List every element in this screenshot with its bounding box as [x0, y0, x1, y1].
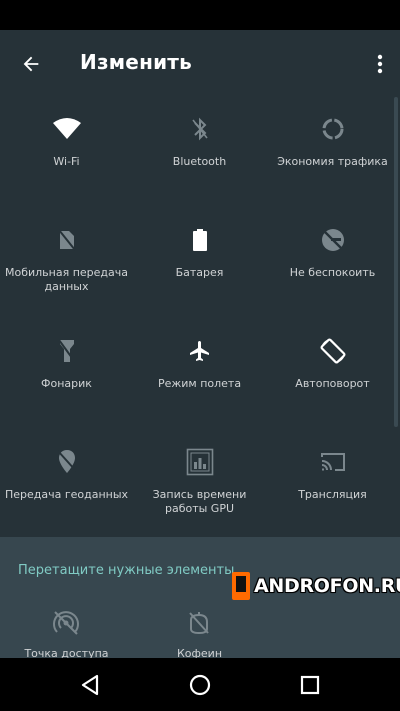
watermark-text: ANDROFON.RU — [254, 575, 400, 597]
drag-section-header: Перетащите нужные элементы — [18, 563, 235, 578]
nav-home-button[interactable] — [180, 668, 220, 702]
nav-recents-button[interactable] — [290, 668, 330, 702]
navigation-bar — [0, 658, 400, 711]
tile-bluetooth[interactable]: Bluetooth — [133, 97, 266, 208]
more-vert-icon — [377, 54, 383, 74]
tile-flashlight[interactable]: Фонарик — [0, 319, 133, 430]
tile-location[interactable]: Передача геоданных — [0, 430, 133, 541]
gpu-profile-icon — [184, 446, 216, 478]
triangle-back-icon — [81, 674, 99, 696]
tile-label: Режим полета — [157, 377, 242, 390]
tile-do-not-disturb[interactable]: Не беспокоить — [266, 208, 399, 319]
tile-battery[interactable]: Батарея — [133, 208, 266, 319]
tile-label: Запись времени работы GPU — [152, 488, 247, 515]
drag-item-label: Кофеин — [176, 647, 223, 658]
tile-label: Не беспокоить — [289, 266, 376, 279]
status-bar — [0, 0, 400, 30]
tile-label: Wi-Fi — [53, 155, 80, 168]
hotspot-off-icon[interactable] — [50, 607, 82, 639]
airplane-icon — [184, 335, 216, 367]
tile-mobile-data[interactable]: Мобильная передача данных — [0, 208, 133, 319]
battery-icon — [184, 224, 216, 256]
back-button[interactable] — [10, 44, 52, 84]
tile-label: Фонарик — [41, 377, 92, 390]
tile-wifi[interactable]: Wi-Fi — [0, 97, 133, 208]
tile-label: Bluetooth — [172, 155, 227, 168]
page-title: Изменить — [80, 50, 192, 74]
data-saver-icon — [317, 113, 349, 145]
tile-label: Мобильная передача данных — [4, 266, 128, 293]
drag-item-label: Точка доступа — [24, 647, 109, 658]
quick-settings-grid: Wi-Fi Bluetooth Экономия трафика Мобильн… — [0, 97, 400, 537]
location-off-icon — [51, 446, 83, 478]
tile-label: Автоповорот — [295, 377, 370, 390]
tile-label: Экономия трафика — [277, 155, 388, 168]
scrollbar[interactable] — [394, 97, 398, 427]
dnd-off-icon — [317, 224, 349, 256]
tile-airplane-mode[interactable]: Режим полета — [133, 319, 266, 430]
phone-logo-icon — [232, 572, 250, 600]
cast-icon — [317, 446, 349, 478]
bluetooth-off-icon — [184, 113, 216, 145]
watermark: ANDROFON.RU — [232, 571, 400, 601]
more-options-button[interactable] — [366, 44, 394, 84]
app-bar: Изменить — [0, 30, 400, 97]
tile-data-saver[interactable]: Экономия трафика — [266, 97, 399, 208]
tile-gpu-profile[interactable]: Запись времени работы GPU — [133, 430, 266, 541]
caffeine-off-icon[interactable] — [183, 607, 215, 639]
flashlight-off-icon — [51, 335, 83, 367]
tile-cast[interactable]: Трансляция — [266, 430, 399, 541]
circle-home-icon — [189, 674, 211, 696]
nav-back-button[interactable] — [70, 668, 110, 702]
tile-label: Передача геоданных — [4, 488, 129, 501]
wifi-icon — [51, 113, 83, 145]
square-recents-icon — [300, 675, 320, 695]
tile-label: Трансляция — [298, 488, 367, 501]
tile-auto-rotate[interactable]: Автоповорот — [266, 319, 399, 430]
mobile-data-off-icon — [51, 224, 83, 256]
tile-label: Батарея — [175, 266, 224, 279]
arrow-back-icon — [23, 56, 39, 72]
auto-rotate-icon — [317, 335, 349, 367]
